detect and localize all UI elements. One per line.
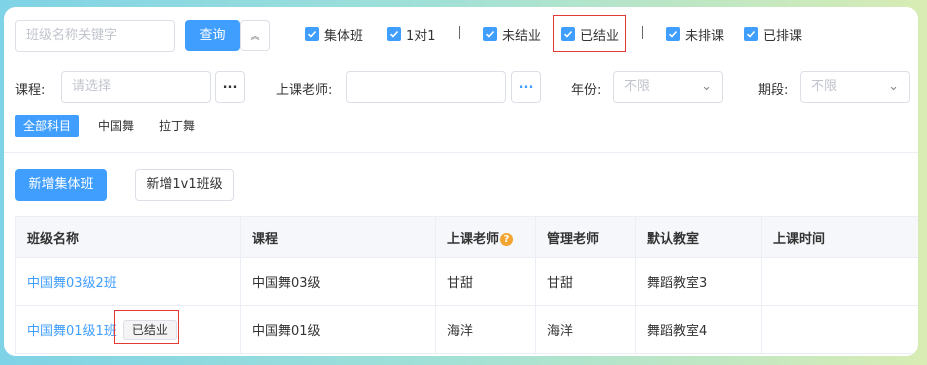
teacher-input[interactable] bbox=[346, 71, 506, 103]
year-label: 年份: bbox=[571, 83, 602, 98]
time-cell bbox=[761, 305, 918, 354]
checkbox-label: 集体班 bbox=[324, 28, 364, 44]
class-name-cell: 中国舞01级1班 已结业 bbox=[15, 305, 241, 354]
header-teacher: 上课老师? bbox=[435, 216, 536, 258]
checkbox-1v1[interactable]: 1对1 bbox=[387, 25, 436, 44]
query-button[interactable]: 查询 bbox=[185, 20, 240, 51]
course-select[interactable]: 请选择 bbox=[61, 71, 211, 103]
year-value: 不限 bbox=[624, 79, 651, 94]
check-icon bbox=[387, 27, 401, 41]
teacher-cell: 海洋 bbox=[435, 305, 536, 354]
table-row: 中国舞01级1班 已结业 中国舞01级 海洋 海洋 舞蹈教室4 bbox=[15, 305, 918, 354]
checkbox-graduated[interactable]: 已结业 bbox=[561, 25, 620, 44]
check-icon bbox=[561, 27, 575, 41]
year-select[interactable]: 不限 ⌄ bbox=[613, 71, 723, 103]
header-room: 默认教室 bbox=[635, 216, 762, 258]
checkbox-group-class[interactable]: 集体班 bbox=[305, 25, 364, 44]
room-cell: 舞蹈教室4 bbox=[635, 305, 762, 354]
chevron-down-icon: ⌄ bbox=[888, 79, 899, 94]
check-icon bbox=[666, 27, 680, 41]
room-cell: 舞蹈教室3 bbox=[635, 257, 762, 306]
checkbox-scheduled[interactable]: 已排课 bbox=[744, 25, 803, 44]
add-1v1-class-button[interactable]: 新增1v1班级 bbox=[135, 169, 234, 201]
divider bbox=[4, 152, 918, 153]
class-search-input[interactable]: 班级名称关键字 bbox=[15, 20, 175, 52]
course-cell: 中国舞01级 bbox=[240, 305, 436, 354]
table-row: 中国舞03级2班 中国舞03级 甘甜 甘甜 舞蹈教室3 bbox=[15, 257, 918, 306]
main-panel: 班级名称关键字 查询 ︽ 集体班 1对1 未结业 已结业 未排课 已排课 课程:… bbox=[4, 7, 918, 356]
help-icon[interactable]: ? bbox=[500, 232, 514, 246]
separator bbox=[642, 26, 643, 39]
chevron-down-icon: ⌄ bbox=[701, 79, 712, 94]
checkbox-unscheduled[interactable]: 未排课 bbox=[666, 25, 725, 44]
period-select[interactable]: 不限 ⌄ bbox=[800, 71, 910, 103]
check-icon bbox=[744, 27, 758, 41]
checkbox-label: 未结业 bbox=[502, 28, 542, 44]
checkbox-label: 1对1 bbox=[406, 28, 436, 44]
add-group-class-button[interactable]: 新增集体班 bbox=[15, 169, 107, 201]
header-teacher-label: 上课老师 bbox=[447, 231, 500, 247]
header-time: 上课时间 bbox=[761, 216, 918, 258]
teacher-cell: 甘甜 bbox=[435, 257, 536, 306]
class-name-link[interactable]: 中国舞03级2班 bbox=[15, 257, 241, 306]
status-badge: 已结业 bbox=[122, 319, 177, 340]
course-label: 课程: bbox=[15, 83, 46, 98]
check-icon bbox=[483, 27, 497, 41]
header-class-name: 班级名称 bbox=[15, 216, 241, 258]
checkbox-label: 已排课 bbox=[763, 28, 803, 44]
collapse-button[interactable]: ︽ bbox=[240, 20, 270, 51]
period-value: 不限 bbox=[811, 79, 838, 94]
manager-cell: 海洋 bbox=[535, 305, 636, 354]
period-label: 期段: bbox=[758, 83, 789, 98]
subject-tag-all[interactable]: 全部科目 bbox=[15, 115, 80, 137]
class-table: 班级名称 课程 上课老师? 管理老师 默认教室 上课时间 中国舞03级2班 中国… bbox=[15, 216, 918, 354]
teacher-label: 上课老师: bbox=[276, 83, 333, 98]
time-cell bbox=[761, 257, 918, 306]
table-header-row: 班级名称 课程 上课老师? 管理老师 默认教室 上课时间 bbox=[15, 216, 918, 258]
course-cell: 中国舞03级 bbox=[240, 257, 436, 306]
checkbox-label: 已结业 bbox=[580, 28, 620, 44]
checkbox-label: 未排课 bbox=[685, 28, 725, 44]
separator bbox=[459, 26, 460, 39]
subject-tag-latin-dance[interactable]: 拉丁舞 bbox=[151, 115, 203, 137]
teacher-picker-button[interactable]: ... bbox=[511, 71, 541, 103]
subject-tag-chinese-dance[interactable]: 中国舞 bbox=[90, 115, 142, 137]
check-icon bbox=[305, 27, 319, 41]
header-course: 课程 bbox=[240, 216, 436, 258]
header-manager: 管理老师 bbox=[535, 216, 636, 258]
checkbox-not-graduated[interactable]: 未结业 bbox=[483, 25, 542, 44]
double-chevron-up-icon: ︽ bbox=[250, 32, 260, 42]
class-name-link[interactable]: 中国舞01级1班 bbox=[27, 324, 117, 339]
manager-cell: 甘甜 bbox=[535, 257, 636, 306]
course-picker-button[interactable]: ... bbox=[215, 71, 245, 103]
